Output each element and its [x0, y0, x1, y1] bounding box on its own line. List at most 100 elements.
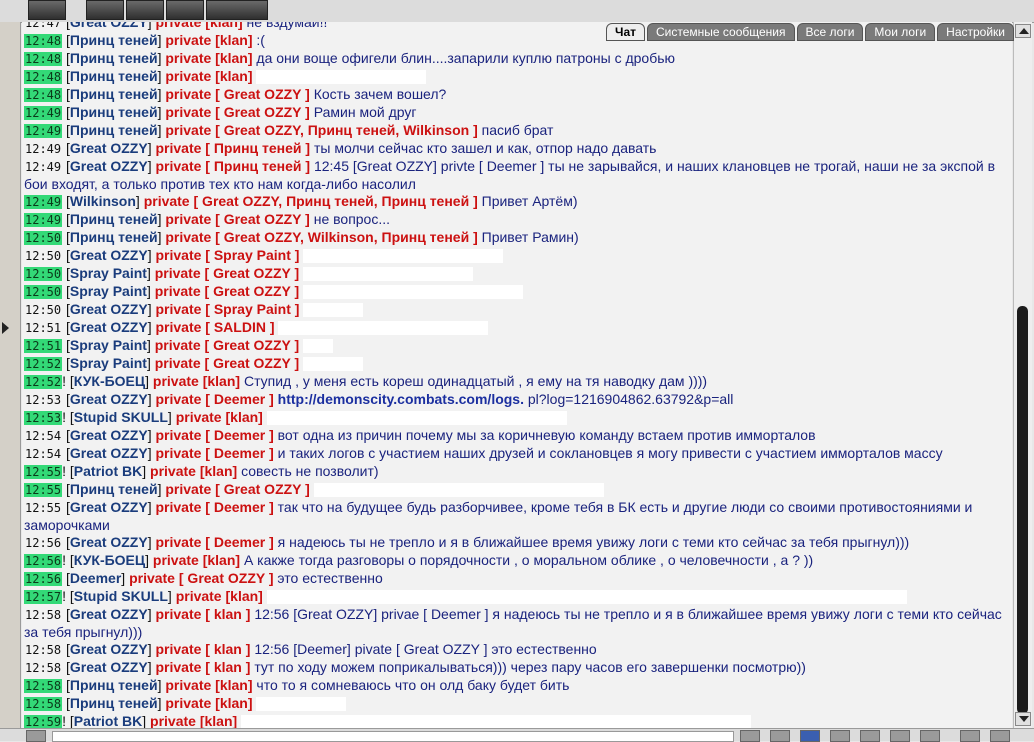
sender-name[interactable]: Spray Paint — [70, 337, 147, 353]
timestamp[interactable]: 12:49 — [24, 195, 63, 209]
sender-name[interactable]: Принц теней — [70, 211, 158, 227]
private-label[interactable]: private — [144, 193, 190, 209]
sender-name[interactable]: Принц теней — [70, 32, 158, 48]
recipient-list[interactable]: [klan] — [205, 22, 242, 30]
sender-name[interactable]: Great OZZY — [70, 427, 148, 443]
recipient-list[interactable]: [klan] — [203, 552, 240, 568]
timestamp[interactable]: 12:52 — [24, 357, 63, 371]
timestamp[interactable]: 12:50 — [24, 249, 62, 263]
sender-name[interactable]: Принц теней — [70, 122, 158, 138]
recipient-list[interactable]: [klan] — [226, 588, 263, 604]
recipient-list[interactable]: [ Deemer ] — [205, 534, 273, 550]
recipient-list[interactable]: [ Great OZZY, Принц теней, Принц теней ] — [194, 193, 478, 209]
sender-name[interactable]: Принц теней — [70, 86, 158, 102]
private-label[interactable]: private — [155, 391, 201, 407]
bottom-icon-6[interactable] — [860, 730, 880, 742]
timestamp[interactable]: 12:52 — [24, 375, 63, 389]
sender-name[interactable]: Great OZZY — [70, 140, 148, 156]
timestamp[interactable]: 12:58 — [24, 679, 63, 693]
timestamp[interactable]: 12:58 — [24, 697, 63, 711]
private-label[interactable]: private — [165, 50, 211, 66]
timestamp[interactable]: 12:49 — [24, 213, 63, 227]
private-label[interactable]: private — [153, 552, 199, 568]
timestamp[interactable]: 12:58 — [24, 643, 62, 657]
timestamp[interactable]: 12:48 — [24, 88, 63, 102]
private-label[interactable]: private — [155, 641, 201, 657]
private-label[interactable]: private — [155, 22, 201, 30]
bottom-icon-8[interactable] — [920, 730, 940, 742]
sender-name[interactable]: Great OZZY — [70, 659, 148, 675]
sender-name[interactable]: Great OZZY — [70, 445, 148, 461]
sender-name[interactable]: Great OZZY — [70, 641, 148, 657]
recipient-list[interactable]: [klan] — [200, 463, 237, 479]
tab-2[interactable]: Все логи — [796, 23, 864, 41]
private-label[interactable]: private — [155, 499, 201, 515]
private-label[interactable]: private — [165, 481, 211, 497]
sender-name[interactable]: Принц теней — [70, 481, 158, 497]
recipient-list[interactable]: [ Great OZZY ] — [179, 570, 274, 586]
log-link[interactable]: http://demonscity.combats.com/logs. — [278, 391, 524, 407]
tab-4[interactable]: Настройки — [937, 23, 1014, 41]
timestamp[interactable]: 12:55 — [24, 501, 62, 515]
tab-0[interactable]: Чат — [606, 23, 645, 41]
toolbar-icon-5[interactable] — [206, 0, 268, 20]
timestamp[interactable]: 12:49 — [24, 160, 62, 174]
recipient-list[interactable]: [ Great OZZY ] — [205, 265, 300, 281]
timestamp[interactable]: 12:51 — [24, 339, 63, 353]
timestamp[interactable]: 12:56 — [24, 536, 62, 550]
timestamp[interactable]: 12:55 — [24, 465, 63, 479]
private-label[interactable]: private — [176, 409, 222, 425]
scroll-down-button[interactable] — [1015, 712, 1031, 726]
recipient-list[interactable]: [ klan ] — [205, 641, 250, 657]
recipient-list[interactable]: [klan] — [215, 32, 252, 48]
log-link-tail[interactable]: pl?log=1216904862.63792&p=all — [528, 391, 734, 407]
timestamp[interactable]: 12:50 — [24, 285, 63, 299]
recipient-list[interactable]: [ Great OZZY ] — [205, 355, 300, 371]
timestamp[interactable]: 12:48 — [24, 70, 63, 84]
recipient-list[interactable]: [ Принц теней ] — [205, 158, 310, 174]
recipient-list[interactable]: [ Принц теней ] — [205, 140, 310, 156]
timestamp[interactable]: 12:50 — [24, 231, 63, 245]
recipient-list[interactable]: [ Great OZZY ] — [215, 86, 310, 102]
sender-name[interactable]: Принц теней — [70, 695, 158, 711]
private-label[interactable]: private — [155, 247, 201, 263]
timestamp[interactable]: 12:58 — [24, 608, 62, 622]
recipient-list[interactable]: [ Deemer ] — [205, 427, 273, 443]
timestamp[interactable]: 12:59 — [24, 715, 63, 728]
sender-name[interactable]: Patriot BK — [74, 713, 142, 728]
private-label[interactable]: private — [150, 713, 196, 728]
toolbar-icon-2[interactable] — [86, 0, 124, 20]
timestamp[interactable]: 12:48 — [24, 52, 63, 66]
private-label[interactable]: private — [165, 104, 211, 120]
recipient-list[interactable]: [klan] — [215, 68, 252, 84]
bottom-icon-5[interactable] — [830, 730, 850, 742]
private-label[interactable]: private — [165, 86, 211, 102]
scroll-up-button[interactable] — [1015, 24, 1031, 38]
sender-name[interactable]: Great OZZY — [70, 499, 148, 515]
timestamp[interactable]: 12:49 — [24, 106, 63, 120]
recipient-list[interactable]: [ Deemer ] — [205, 391, 273, 407]
private-label[interactable]: private — [165, 68, 211, 84]
sender-name[interactable]: Great OZZY — [70, 319, 148, 335]
sender-name[interactable]: Great OZZY — [70, 158, 148, 174]
sender-name[interactable]: Great OZZY — [70, 22, 148, 30]
timestamp[interactable]: 12:50 — [24, 303, 62, 317]
timestamp[interactable]: 12:54 — [24, 429, 62, 443]
private-label[interactable]: private — [165, 695, 211, 711]
sender-name[interactable]: Spray Paint — [70, 355, 147, 371]
sender-name[interactable]: Spray Paint — [70, 283, 147, 299]
timestamp[interactable]: 12:47 — [24, 22, 62, 30]
sender-name[interactable]: Great OZZY — [70, 301, 148, 317]
recipient-list[interactable]: [ Great OZZY ] — [205, 283, 300, 299]
timestamp[interactable]: 12:49 — [24, 124, 63, 138]
scrollbar[interactable] — [1013, 22, 1032, 728]
recipient-list[interactable]: [ Great OZZY ] — [215, 211, 310, 227]
sender-name[interactable]: Great OZZY — [70, 247, 148, 263]
bottom-icon-2[interactable] — [740, 730, 760, 742]
timestamp[interactable]: 12:48 — [24, 34, 63, 48]
private-label[interactable]: private — [155, 319, 201, 335]
recipient-list[interactable]: [ klan ] — [205, 606, 250, 622]
recipient-list[interactable]: [klan] — [215, 695, 252, 711]
sender-name[interactable]: Stupid SKULL — [74, 409, 168, 425]
bottom-icon-7[interactable] — [890, 730, 910, 742]
